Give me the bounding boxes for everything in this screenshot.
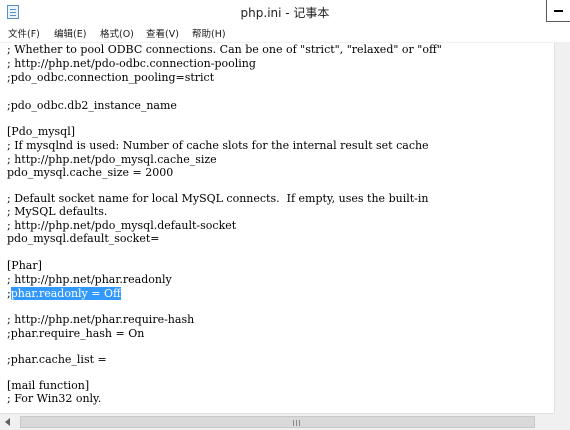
- editor-line: pdo_mysql.cache_size = 2000: [7, 166, 174, 179]
- editor-line: pdo_mysql.default_socket=: [7, 232, 160, 245]
- text-selection[interactable]: phar.readonly = Off: [10, 287, 121, 300]
- editor-line: [mail function]: [7, 379, 90, 392]
- menu-bar: 文件(F) 编辑(E) 格式(O) 查看(V) 帮助(H): [0, 24, 570, 43]
- editor-line: ; http://php.net/pdo_mysql.cache_size: [7, 153, 217, 166]
- window-title: php.ini - 记事本: [240, 6, 330, 20]
- editor-line: [Phar]: [7, 259, 42, 272]
- editor-line: ; If mysqlnd is used: Number of cache sl…: [7, 139, 429, 152]
- text-editor[interactable]: ; Whether to pool ODBC connections. Can …: [0, 43, 554, 413]
- editor-line: ; http://php.net/pdo-odbc.connection-poo…: [7, 57, 256, 70]
- horizontal-scrollbar[interactable]: [0, 413, 570, 430]
- size-grip[interactable]: [554, 413, 570, 430]
- editor-line: ; http://php.net/phar.readonly: [7, 273, 172, 286]
- minimize-button[interactable]: [546, 0, 570, 22]
- scroll-left-arrow-icon[interactable]: [5, 418, 10, 426]
- editor-line: [Pdo_mysql]: [7, 125, 75, 138]
- title-bar: php.ini - 记事本: [0, 0, 570, 25]
- menu-view[interactable]: 查看(V): [146, 26, 179, 40]
- editor-line: ; Default socket name for local MySQL co…: [7, 192, 429, 205]
- editor-line: ;pdo_odbc.connection_pooling=strict: [7, 71, 215, 84]
- editor-line: ;phar.require_hash = On: [7, 327, 145, 340]
- editor-line: ;pdo_odbc.db2_instance_name: [7, 99, 177, 112]
- editor-line: ; http://php.net/phar.require-hash: [7, 313, 195, 326]
- vertical-scrollbar[interactable]: [554, 43, 570, 413]
- menu-format[interactable]: 格式(O): [100, 26, 134, 40]
- menu-edit[interactable]: 编辑(E): [54, 26, 86, 40]
- scrollbar-grip-icon: [293, 420, 300, 426]
- editor-line: ; For Win32 only.: [7, 392, 102, 405]
- editor-line: ;phar.cache_list =: [7, 353, 107, 366]
- editor-line: ; Whether to pool ODBC connections. Can …: [7, 43, 442, 56]
- scrollbar-thumb[interactable]: [20, 416, 535, 428]
- editor-line: ; MySQL defaults.: [7, 205, 108, 218]
- menu-file[interactable]: 文件(F): [8, 26, 40, 40]
- selected-line[interactable]: ;phar.readonly = Off: [7, 287, 121, 300]
- menu-help[interactable]: 帮助(H): [192, 26, 226, 40]
- editor-line: ; http://php.net/pdo_mysql.default-socke…: [7, 219, 237, 232]
